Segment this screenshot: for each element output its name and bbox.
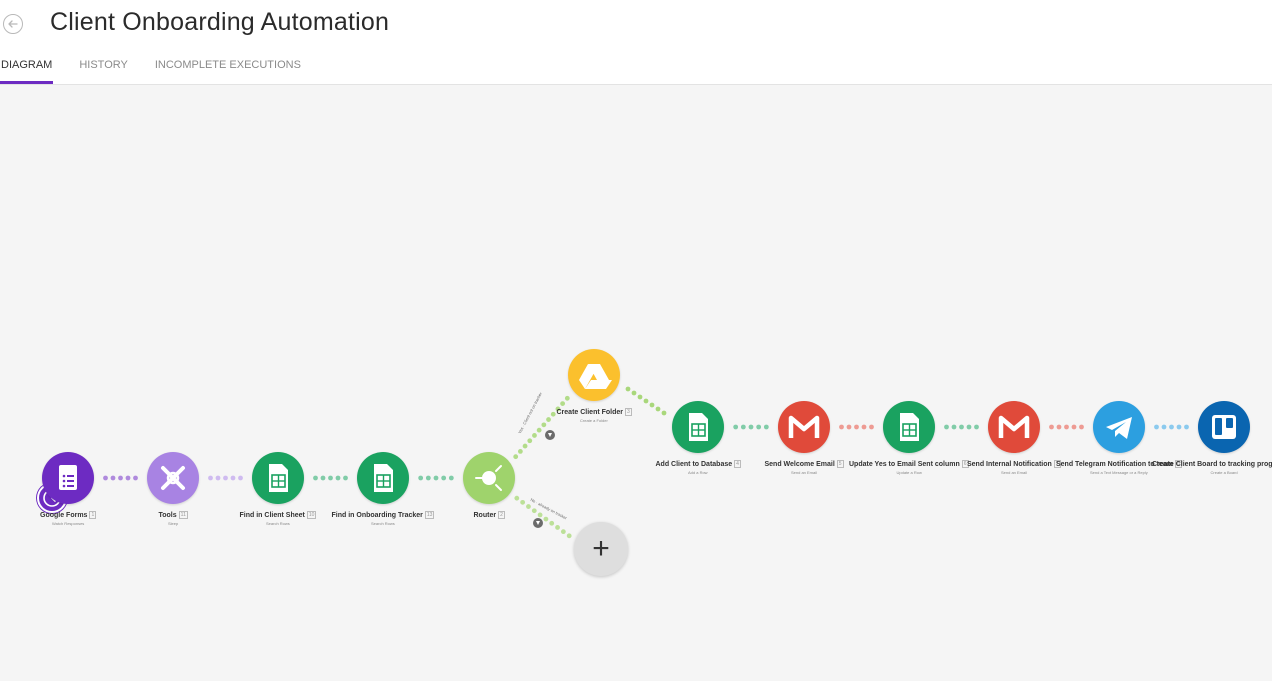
connection-link[interactable] <box>1154 424 1189 430</box>
module-client-sheet[interactable] <box>252 452 304 504</box>
module-label: Send Welcome Email 5 <box>764 460 844 468</box>
module-action: Send an Email <box>1001 470 1028 475</box>
module-action: Send a Text Message or a Reply <box>1090 470 1148 475</box>
module-action: Search Rows <box>266 521 290 526</box>
google-sheets-icon <box>269 464 288 492</box>
connection-link[interactable] <box>733 424 769 430</box>
module-trello[interactable] <box>1198 401 1250 453</box>
connection-lines <box>103 386 1189 539</box>
module-internal[interactable] <box>988 401 1040 453</box>
route-filter-icon[interactable] <box>533 518 543 528</box>
module-action: Send an Email <box>791 470 818 475</box>
module-add-db[interactable] <box>672 401 724 453</box>
module-label: Send Internal Notification 7 <box>967 460 1061 468</box>
module-action: Add a Row <box>688 470 708 475</box>
module-telegram[interactable] <box>1093 401 1145 453</box>
module-router[interactable] <box>463 452 515 504</box>
module-label: Find in Onboarding Tracker 13 <box>331 511 435 519</box>
tab-diagram[interactable]: DIAGRAM <box>0 57 54 84</box>
module-id-badge: 1 <box>89 511 97 519</box>
google-drive-icon <box>579 364 612 389</box>
google-forms-icon <box>59 465 77 490</box>
module-action: Update a Row <box>896 470 922 475</box>
back-button[interactable] <box>3 14 23 34</box>
module-forms[interactable] <box>42 452 94 504</box>
module-action: Watch Responses <box>52 521 85 526</box>
connection-link[interactable] <box>313 475 348 481</box>
module-action: Search Rows <box>371 521 395 526</box>
tab-incomplete-executions[interactable]: INCOMPLETE EXECUTIONS <box>154 57 302 81</box>
module-tools[interactable] <box>147 452 199 504</box>
module-label: Tools 11 <box>158 511 188 519</box>
module-id-badge: 13 <box>424 511 435 519</box>
connection-link[interactable] <box>418 475 454 481</box>
module-id-badge: 2 <box>498 511 505 519</box>
module-id-badge: 10 <box>306 511 317 519</box>
page-title: Client Onboarding Automation <box>50 8 390 36</box>
module-action: Sleep <box>168 521 179 526</box>
module-id-badge: 3 <box>625 408 632 416</box>
arrow-left-icon <box>8 20 18 28</box>
scenario-header: Client Onboarding Automation DIAGRAM HIS… <box>0 0 1272 85</box>
module-id-badge: 5 <box>836 460 844 468</box>
plus-icon: + <box>592 532 610 565</box>
module-id-badge: 11 <box>178 511 188 519</box>
connection-link[interactable] <box>1049 424 1084 430</box>
add-module-button[interactable]: + <box>574 522 628 576</box>
module-onboarding[interactable] <box>357 452 409 504</box>
route-filter-icon[interactable] <box>545 430 555 440</box>
router-icon <box>475 465 502 491</box>
telegram-icon <box>1106 417 1132 439</box>
connection-link[interactable] <box>103 475 138 481</box>
connection-link[interactable] <box>208 475 243 481</box>
module-action: Create a Board <box>1210 470 1238 475</box>
tools-icon <box>161 466 185 490</box>
trello-icon <box>1212 415 1236 439</box>
google-sheets-icon <box>689 413 708 441</box>
connection-link[interactable] <box>944 424 979 430</box>
google-sheets-icon <box>900 413 919 441</box>
tab-bar: DIAGRAM HISTORY INCOMPLETE EXECUTIONS <box>0 57 327 84</box>
module-label: Create Client Board to tracking progress… <box>1152 460 1272 468</box>
tab-history[interactable]: HISTORY <box>78 57 129 81</box>
module-label: Google Forms 1 <box>40 511 97 519</box>
module-id-badge: 4 <box>734 460 741 468</box>
scenario-canvas[interactable]: + Google Forms 1 Watch Responses Tools 11 Sle… <box>0 85 1272 681</box>
module-label: Add Client to Database 4 <box>655 460 741 468</box>
module-action: Create a Folder <box>580 418 608 423</box>
module-update[interactable] <box>883 401 935 453</box>
module-folder[interactable] <box>568 349 620 401</box>
module-label: Update Yes to Email Sent column 6 <box>849 460 969 468</box>
gmail-icon <box>998 415 1030 438</box>
module-label: Find in Client Sheet 10 <box>239 511 317 519</box>
module-welcome[interactable] <box>778 401 830 453</box>
connection-link[interactable] <box>839 424 874 430</box>
module-label: Create Client Folder 3 <box>556 408 632 416</box>
module-label: Router 2 <box>473 511 505 519</box>
google-sheets-icon <box>374 464 393 492</box>
gmail-icon <box>788 415 820 438</box>
